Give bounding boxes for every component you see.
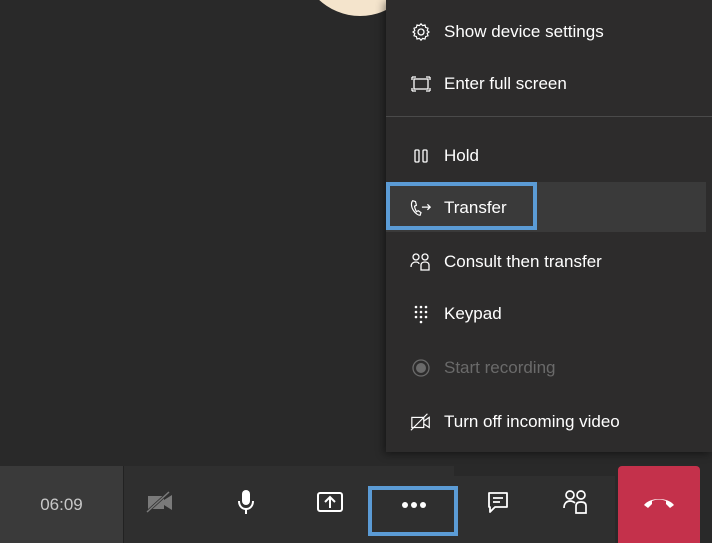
- hold-icon: [410, 145, 432, 167]
- keypad-icon: [410, 303, 432, 325]
- microphone-button[interactable]: [216, 466, 276, 543]
- hang-up-button[interactable]: [618, 466, 700, 543]
- menu-item-label: Start recording: [444, 358, 556, 377]
- menu-item-hold[interactable]: Hold: [386, 134, 706, 178]
- share-screen-icon: [316, 490, 344, 519]
- menu-item-consult-then-transfer[interactable]: Consult then transfer: [386, 240, 706, 284]
- chat-icon: [487, 490, 509, 519]
- microphone-icon: [236, 488, 256, 521]
- menu-item-label: Keypad: [444, 304, 502, 323]
- menu-item-label: Enter full screen: [444, 74, 567, 93]
- menu-item-transfer[interactable]: Transfer: [386, 186, 706, 230]
- menu-item-label: Consult then transfer: [444, 252, 602, 271]
- menu-item-keypad[interactable]: Keypad: [386, 292, 706, 336]
- more-actions-menu: Show device settings Enter full screen H…: [386, 0, 712, 452]
- camera-button[interactable]: [130, 466, 190, 543]
- menu-item-label: Show device settings: [444, 22, 604, 41]
- more-icon: [401, 496, 427, 514]
- menu-item-label: Turn off incoming video: [444, 412, 620, 431]
- people-icon: [563, 489, 589, 520]
- people-icon: [410, 251, 432, 273]
- menu-item-turn-off-incoming-video[interactable]: Turn off incoming video: [386, 400, 706, 444]
- share-screen-button[interactable]: [300, 466, 360, 543]
- fullscreen-icon: [410, 73, 432, 95]
- call-control-bar: 06:09: [0, 466, 712, 543]
- call-timer: 06:09: [0, 466, 124, 543]
- menu-item-enter-full-screen[interactable]: Enter full screen: [386, 62, 706, 106]
- chat-button[interactable]: [468, 466, 528, 543]
- menu-item-label: Transfer: [444, 198, 507, 217]
- gear-icon: [410, 21, 432, 43]
- video-off-icon: [145, 490, 175, 519]
- menu-item-start-recording: Start recording: [386, 346, 706, 390]
- record-icon: [410, 357, 432, 379]
- more-actions-button[interactable]: [384, 466, 444, 543]
- transfer-phone-icon: [410, 197, 432, 219]
- menu-item-show-device-settings[interactable]: Show device settings: [386, 10, 706, 54]
- hang-up-icon: [642, 494, 676, 515]
- menu-divider: [386, 116, 712, 117]
- participants-button[interactable]: [546, 466, 606, 543]
- menu-item-label: Hold: [444, 146, 479, 165]
- video-off-icon: [410, 411, 432, 433]
